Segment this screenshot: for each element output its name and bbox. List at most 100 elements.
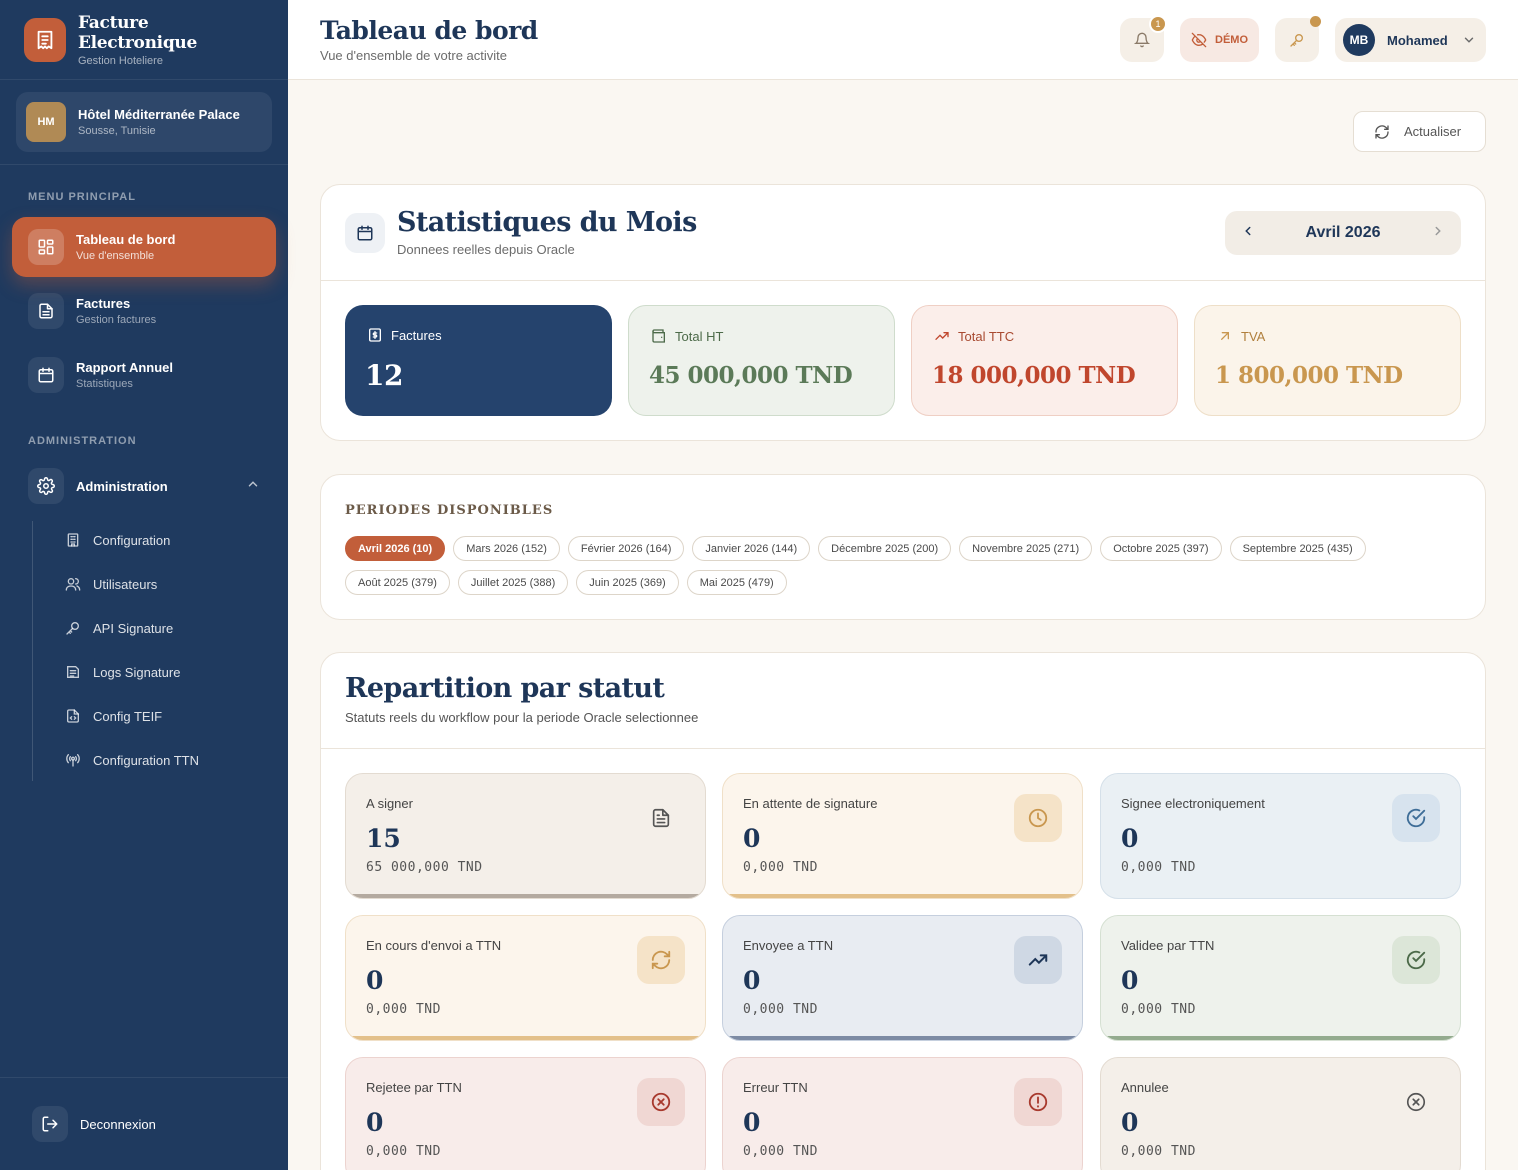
status-label: Annulee: [1121, 1080, 1169, 1095]
month-navigator: Avril 2026: [1225, 211, 1461, 255]
monthly-stats-card: Statistiques du Mois Donnees reelles dep…: [320, 184, 1486, 441]
kpi-value: 1 800,000 TND: [1215, 362, 1403, 389]
refresh-icon: [1375, 124, 1389, 139]
sidebar-item-invoices[interactable]: Factures Gestion factures: [12, 281, 276, 341]
kpi-invoices[interactable]: Factures 12: [345, 305, 612, 416]
status-card-validated-ttn[interactable]: Validee par TTN 0 0,000 TND: [1100, 915, 1461, 1041]
sidebar-item-config-teif[interactable]: Config TEIF: [65, 698, 162, 734]
period-chip[interactable]: Mars 2026 (152): [453, 536, 560, 561]
receipt-icon: [24, 17, 66, 62]
api-key-button[interactable]: [1275, 16, 1321, 62]
status-bar: [346, 1036, 705, 1040]
hotel-name: Hôtel Méditerranée Palace: [78, 107, 240, 122]
status-card-sent-ttn[interactable]: Envoyee a TTN 0 0,000 TND: [722, 915, 1083, 1041]
bell-icon: [1134, 32, 1150, 48]
status-label: En attente de signature: [743, 796, 878, 811]
status-bar: [723, 894, 1082, 898]
brand-title: Facture Electronique: [77, 12, 197, 53]
notifications-button[interactable]: 1: [1120, 15, 1167, 62]
status-card-signed[interactable]: Signee electroniquement 0 0,000 TND: [1100, 773, 1461, 899]
status-amount: 0,000 TND: [1121, 860, 1196, 875]
period-chip[interactable]: Septembre 2025 (435): [1229, 536, 1366, 561]
status-amount: 0,000 TND: [1121, 1002, 1196, 1017]
hotel-selector[interactable]: HM Hôtel Méditerranée Palace Sousse, Tun…: [16, 92, 272, 152]
period-chip[interactable]: Janvier 2026 (144): [692, 536, 811, 561]
sidebar-item-label: API Signature: [93, 620, 174, 636]
hotel-avatar: HM: [26, 102, 66, 142]
eye-off-icon: [1191, 32, 1207, 48]
logout-label: Deconnexion: [80, 1116, 156, 1132]
status-amount: 0,000 TND: [1121, 1144, 1196, 1159]
period-chip[interactable]: Décembre 2025 (200): [818, 536, 952, 561]
chevron-left-icon[interactable]: [1241, 224, 1255, 243]
key-icon: [66, 622, 79, 635]
period-chip[interactable]: Février 2026 (164): [567, 536, 685, 561]
status-card-cancelled[interactable]: Annulee 0 0,000 TND: [1100, 1057, 1461, 1170]
status-card-awaiting-signature[interactable]: En attente de signature 0 0,000 TND: [722, 773, 1083, 899]
period-chips: Avril 2026 (10) Mars 2026 (152) Février …: [345, 536, 1465, 595]
status-count: 0: [743, 1108, 761, 1137]
current-month: Avril 2026: [1305, 224, 1381, 241]
status-label: A signer: [366, 796, 413, 811]
sidebar-item-users[interactable]: Utilisateurs: [65, 566, 157, 602]
period-chip[interactable]: Mai 2025 (479): [686, 570, 787, 595]
status-bar: [346, 894, 705, 898]
dollar-doc-icon: [369, 328, 381, 342]
kpi-label: Total HT: [675, 328, 724, 344]
status-card-sending-ttn[interactable]: En cours d'envoi a TTN 0 0,000 TND: [345, 915, 706, 1041]
sidebar-item-logs-signature[interactable]: Logs Signature: [65, 654, 180, 690]
status-count: 0: [743, 966, 761, 995]
status-count: 0: [366, 966, 384, 995]
chevron-right-icon[interactable]: [1431, 224, 1445, 243]
period-chip[interactable]: Octobre 2025 (397): [1100, 536, 1222, 561]
sidebar-item-config-ttn[interactable]: Configuration TTN: [65, 742, 199, 778]
gear-icon: [28, 468, 64, 504]
check-circle-icon: [1392, 794, 1440, 842]
sidebar-item-label: Rapport Annuel: [76, 360, 174, 375]
refresh-label: Actualiser: [1404, 124, 1462, 139]
admin-subnav: Configuration Utilisateurs API Signature…: [32, 521, 272, 781]
page-title: Tableau de bord: [320, 16, 538, 45]
chevron-up-icon[interactable]: [246, 477, 260, 496]
sidebar-item-api-signature[interactable]: API Signature: [65, 610, 173, 646]
sidebar-item-sub: Statistiques: [76, 378, 133, 390]
users-icon: [65, 578, 81, 591]
status-breakdown-card: Repartition par statut Statuts reels du …: [320, 652, 1486, 1170]
status-count: 0: [1121, 1108, 1139, 1137]
status-dot: [1310, 16, 1321, 27]
period-chip[interactable]: Août 2025 (379): [345, 570, 450, 595]
breakdown-subtitle: Statuts reels du workflow pour la period…: [345, 710, 699, 725]
status-card-rejected-ttn[interactable]: Rejetee par TTN 0 0,000 TND: [345, 1057, 706, 1170]
sidebar-item-label: Utilisateurs: [93, 576, 158, 592]
kpi-label: Factures: [391, 327, 442, 343]
refresh-button[interactable]: Actualiser: [1353, 111, 1486, 152]
file-code-icon: [67, 709, 79, 723]
period-chip[interactable]: Juillet 2025 (388): [457, 570, 569, 595]
brand[interactable]: Facture Electronique Gestion Hoteliere: [0, 0, 288, 80]
period-chip[interactable]: Novembre 2025 (271): [959, 536, 1093, 561]
kpi-tva[interactable]: TVA 1 800,000 TND: [1194, 305, 1461, 416]
arrow-up-right-icon: [1221, 332, 1229, 340]
sidebar-item-dashboard[interactable]: Tableau de bord Vue d'ensemble: [12, 217, 276, 277]
status-card-error-ttn[interactable]: Erreur TTN 0 0,000 TND: [722, 1057, 1083, 1170]
clock-icon: [1014, 794, 1062, 842]
brand-subtitle: Gestion Hoteliere: [77, 54, 163, 67]
user-menu-button[interactable]: MB Mohamed: [1335, 18, 1486, 62]
sidebar-item-annual-report[interactable]: Rapport Annuel Statistiques: [12, 345, 276, 405]
sidebar-item-sub: Gestion factures: [76, 314, 157, 326]
avatar: MB: [1343, 24, 1375, 56]
refresh-icon: [637, 936, 685, 984]
period-chip[interactable]: Juin 2025 (369): [576, 570, 679, 595]
sidebar-item-administration[interactable]: Administration: [12, 456, 276, 516]
logout-button[interactable]: Deconnexion: [32, 1106, 156, 1142]
status-count: 0: [1121, 824, 1139, 853]
sidebar-item-configuration[interactable]: Configuration: [65, 522, 170, 558]
kpi-total-ttc[interactable]: Total TTC 18 000,000 TND: [911, 305, 1178, 416]
demo-toggle-button[interactable]: DÉMO: [1180, 18, 1259, 62]
period-chip[interactable]: Avril 2026 (10): [345, 536, 446, 561]
status-card-to-sign[interactable]: A signer 15 65 000,000 TND: [345, 773, 706, 899]
kpi-total-ht[interactable]: Total HT 45 000,000 TND: [628, 305, 895, 416]
sidebar-item-label: Logs Signature: [93, 664, 181, 680]
page-subtitle: Vue d'ensemble de votre activite: [320, 48, 507, 63]
antenna-icon: [66, 754, 80, 767]
